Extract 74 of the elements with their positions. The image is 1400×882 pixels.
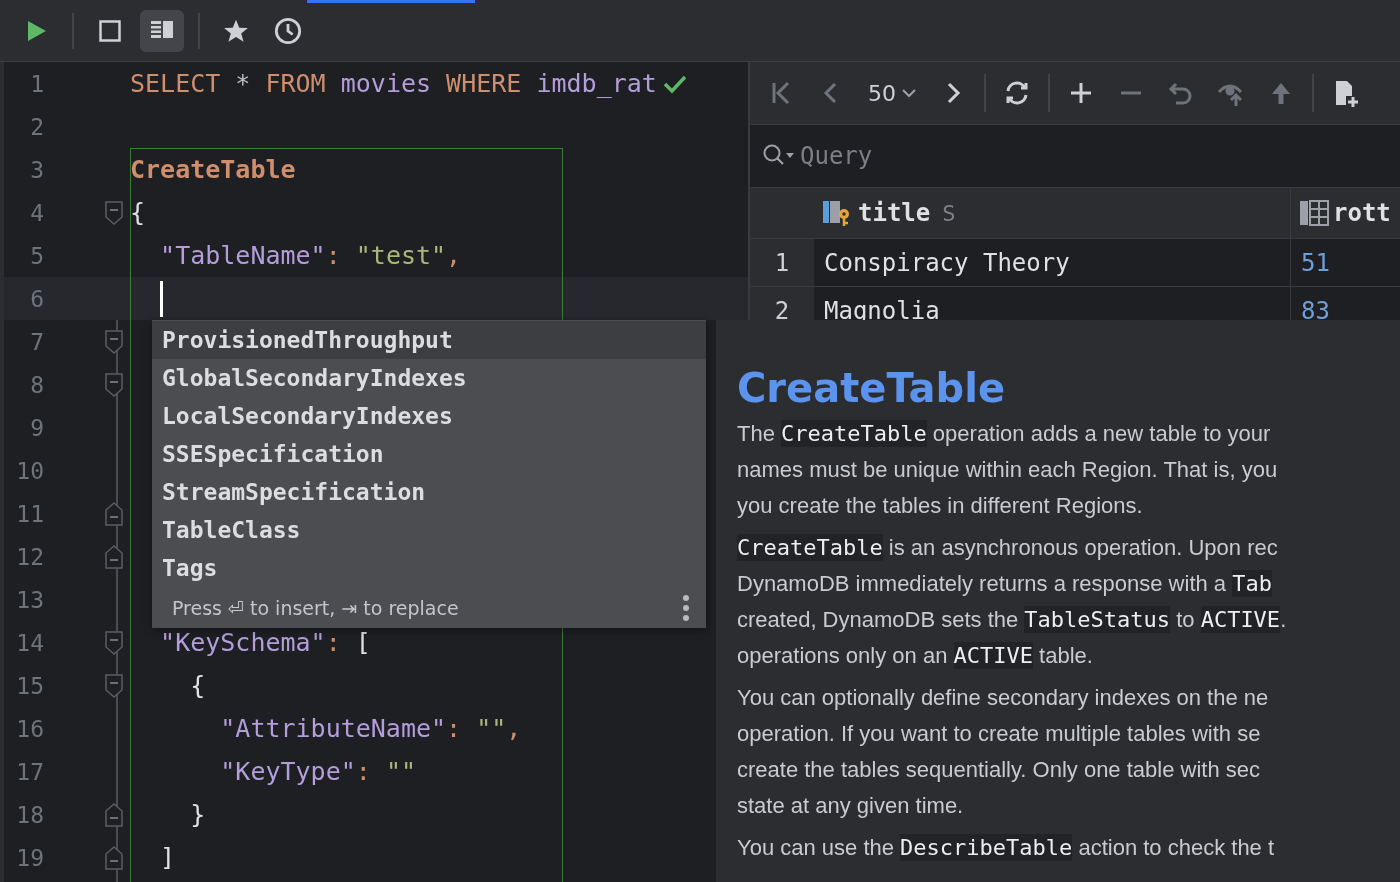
documentation-text: operation. If you want to create multiple tables with se xyxy=(737,720,1261,748)
line-number: 1 xyxy=(29,70,44,97)
completion-item[interactable]: ProvisionedThroughput xyxy=(152,321,706,359)
line-number: 17 xyxy=(15,758,44,785)
code-line: "AttributeName": "", xyxy=(219,714,522,743)
line-number: 5 xyxy=(29,242,44,269)
fold-end-icon[interactable] xyxy=(105,501,123,526)
completion-item[interactable]: Tags xyxy=(152,549,706,587)
stop-icon[interactable] xyxy=(98,18,122,43)
documentation-text: The CreateTable operation adds a new table to your xyxy=(737,419,1271,449)
line-number: 4 xyxy=(29,199,44,226)
column-header[interactable]: title S xyxy=(814,188,1290,238)
completion-item[interactable]: GlobalSecondaryIndexes xyxy=(152,359,706,397)
line-number: 9 xyxy=(29,414,44,441)
documentation-text: CreateTable is an asynchronous operation. Upon rec xyxy=(737,533,1278,563)
clock-icon[interactable] xyxy=(274,16,302,45)
documentation-text: create the tables sequentially. Only one table with sec xyxy=(737,756,1260,784)
line-number: 12 xyxy=(15,543,44,570)
documentation-text: You can optionally define secondary indexes on the ne xyxy=(737,684,1269,712)
documentation-text: names must be unique within each Region. That is, you xyxy=(737,456,1278,484)
text-cursor xyxy=(160,280,163,317)
code-line: } xyxy=(189,800,206,829)
code-line: "KeyType": "" xyxy=(219,757,416,786)
code-line: { xyxy=(189,671,206,700)
line-number: 7 xyxy=(29,328,44,355)
completion-item[interactable]: TableClass xyxy=(152,511,706,549)
fold-icon[interactable] xyxy=(105,630,123,655)
line-number: 15 xyxy=(15,672,44,699)
page-size-dropdown[interactable]: 50 xyxy=(862,80,922,106)
code-line: "TableName": "test", xyxy=(159,241,462,270)
code-line: { xyxy=(130,198,146,227)
documentation-text: DynamoDB immediately returns a response with a Tab xyxy=(737,569,1272,599)
more-icon[interactable] xyxy=(682,593,690,622)
code-line: SELECT * FROM movies WHERE imdb_rat xyxy=(130,69,657,98)
fold-icon[interactable] xyxy=(105,673,123,698)
code-line: "KeySchema": [ xyxy=(159,628,371,657)
line-number: 13 xyxy=(15,586,44,613)
line-number: 2 xyxy=(29,113,44,140)
line-number: 10 xyxy=(15,457,44,484)
fold-end-icon[interactable] xyxy=(105,802,123,827)
line-number: 14 xyxy=(15,629,44,656)
table-cell-text: Magnolia xyxy=(823,295,941,327)
fold-icon[interactable] xyxy=(105,372,123,397)
query-field[interactable]: Query xyxy=(800,136,1100,176)
table-cell-text: Conspiracy Theory xyxy=(823,247,1071,279)
line-number: 16 xyxy=(15,715,44,742)
completion-item[interactable]: StreamSpecification xyxy=(152,473,706,511)
fold-end-icon[interactable] xyxy=(105,845,123,870)
documentation-text: state at any given time. xyxy=(737,792,964,820)
code-line: CreateTable xyxy=(130,155,296,184)
fold-end-icon[interactable] xyxy=(105,544,123,569)
table-column-icon xyxy=(1299,200,1329,226)
documentation-text: You can use the DescribeTable action to check the t xyxy=(737,833,1275,863)
code-line: ] xyxy=(159,843,176,872)
layout-button[interactable] xyxy=(140,9,184,52)
documentation-text: you create the tables in different Regions. xyxy=(737,492,1143,520)
completion-hint: Press ⏎ to insert, ⇥ to replace xyxy=(172,596,459,619)
documentation-text: created, DynamoDB sets the TableStatus to ACTIVE. xyxy=(737,605,1287,635)
row-number: 1 xyxy=(750,239,814,286)
documentation-text: operations only on an ACTIVE table. xyxy=(737,641,1093,671)
documentation-title: CreateTable xyxy=(737,364,1007,413)
line-number: 8 xyxy=(29,371,44,398)
line-number: 11 xyxy=(15,500,44,527)
chevron-down-icon[interactable] xyxy=(902,88,916,98)
line-number: 19 xyxy=(15,844,44,871)
completion-item[interactable]: SSESpecification xyxy=(152,435,706,473)
fold-icon[interactable] xyxy=(105,329,123,354)
table-cell: 51 xyxy=(1290,239,1400,286)
completion-item[interactable]: LocalSecondaryIndexes xyxy=(152,397,706,435)
line-number: 6 xyxy=(29,285,44,312)
column-header[interactable]: rott xyxy=(1290,188,1400,238)
fold-icon[interactable] xyxy=(105,200,123,225)
line-number: 3 xyxy=(29,156,44,183)
line-number: 18 xyxy=(15,801,44,828)
